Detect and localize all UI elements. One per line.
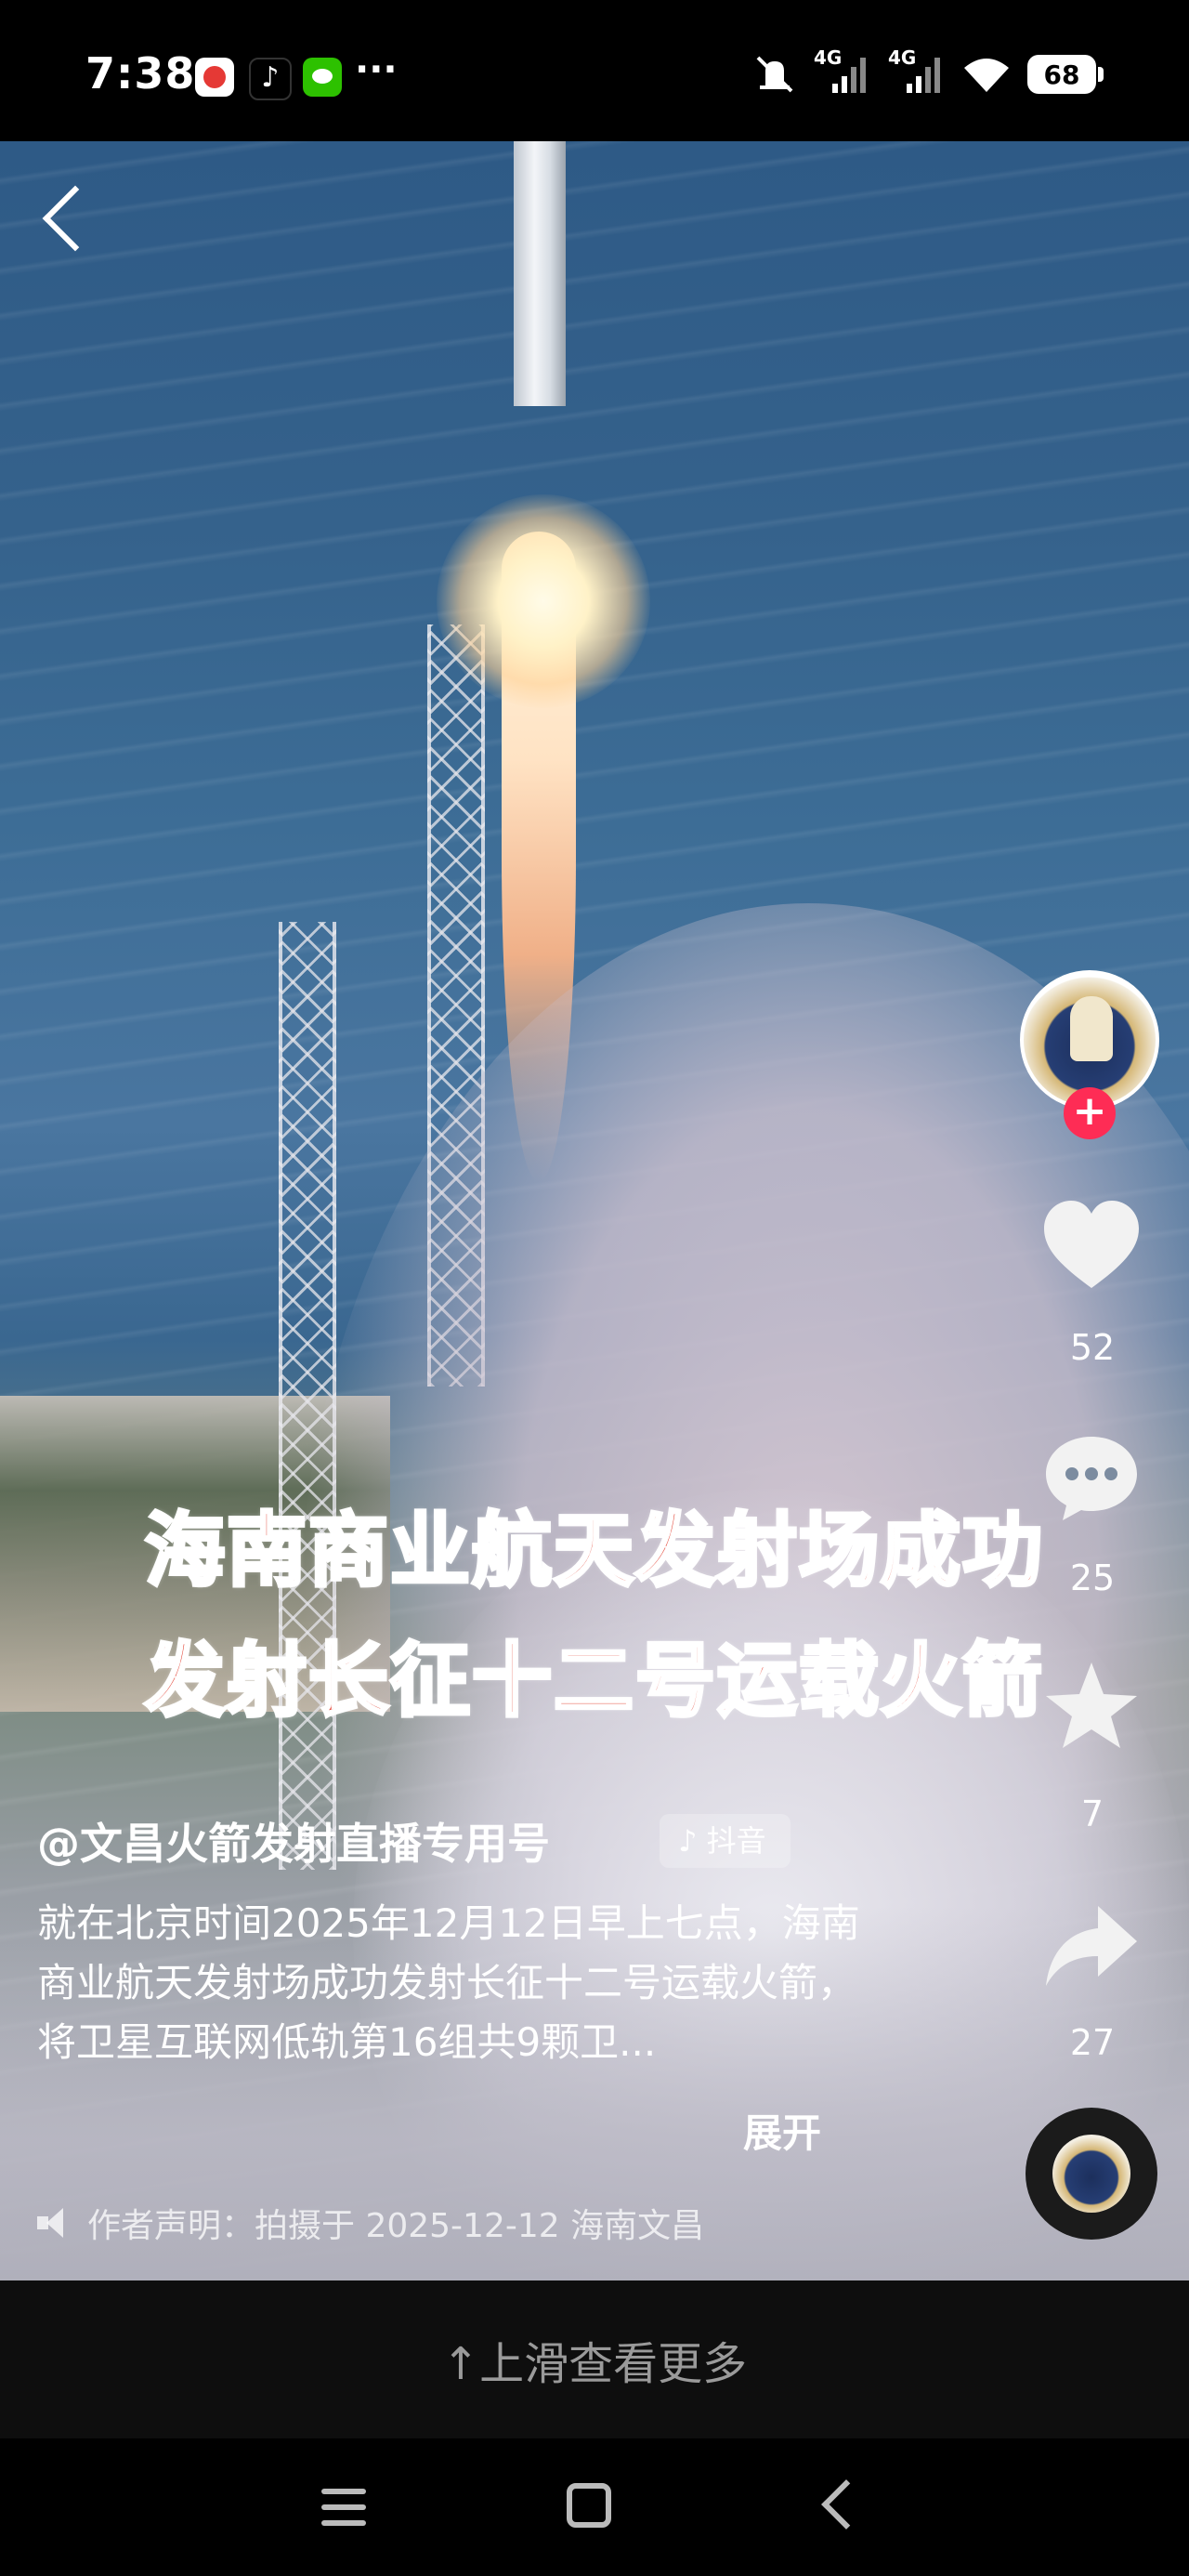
- author-name[interactable]: @文昌火箭发射直播专用号: [37, 1810, 550, 1872]
- rocket: [514, 141, 566, 406]
- comment-button[interactable]: [1042, 1431, 1141, 1524]
- share-count: 27: [1069, 2022, 1116, 2063]
- speaker-icon: [37, 2208, 69, 2238]
- star-icon: [1046, 1663, 1137, 1748]
- like-button[interactable]: [1042, 1199, 1141, 1292]
- comment-icon: [1046, 1437, 1137, 1520]
- share-button[interactable]: [1042, 1900, 1141, 1993]
- heart-icon: [1044, 1201, 1139, 1288]
- like-count: 52: [1069, 1327, 1116, 1368]
- wechat-notification-icon: [303, 58, 342, 97]
- rocket-emblem-icon: [1070, 996, 1113, 1061]
- expand-button[interactable]: 展开: [743, 2102, 821, 2159]
- favorite-count: 7: [1080, 1794, 1104, 1834]
- music-cover-icon: [1052, 2135, 1130, 2213]
- follow-button[interactable]: +: [1064, 1087, 1116, 1139]
- signal-icon-2: 4G: [888, 46, 946, 95]
- video-description: 就在北京时间2025年12月12日早上七点，海南商业航天发射场成功发射长征十二号…: [37, 1900, 860, 2065]
- engine-glow: [437, 494, 650, 708]
- status-bar: 7:38 ♪ ··· 4G 4G 68: [0, 0, 1189, 141]
- battery-indicator: 68: [1027, 55, 1104, 94]
- video-overlay-title-line-1: 海南商业航天发射场成功: [143, 1503, 1044, 1599]
- douyin-tag[interactable]: ♪ 抖音: [660, 1814, 790, 1868]
- signal-icon-1: 4G: [814, 46, 871, 95]
- comment-count: 25: [1069, 1557, 1116, 1598]
- status-time: 7:38: [85, 48, 196, 99]
- more-notifications-icon: ···: [355, 48, 398, 91]
- recent-apps-button[interactable]: [321, 2489, 366, 2526]
- mute-icon: [756, 56, 793, 93]
- music-disc-button[interactable]: [1026, 2108, 1157, 2240]
- author-statement-text: 作者声明：拍摄于 2025-12-12 海南文昌: [87, 2207, 705, 2245]
- app-notification-icon: [195, 58, 234, 97]
- author-statement: 作者声明：拍摄于 2025-12-12 海南文昌: [37, 2199, 704, 2247]
- wifi-icon: [964, 59, 1009, 92]
- tiktok-notification-icon: ♪: [249, 58, 292, 100]
- home-button[interactable]: [567, 2483, 611, 2528]
- favorite-button[interactable]: [1042, 1659, 1141, 1752]
- video-overlay-title-line-2: 发射长征十二号运载火箭: [143, 1633, 1044, 1729]
- share-icon: [1046, 1906, 1137, 1986]
- swipe-up-hint: ↑上滑查看更多: [441, 2338, 748, 2390]
